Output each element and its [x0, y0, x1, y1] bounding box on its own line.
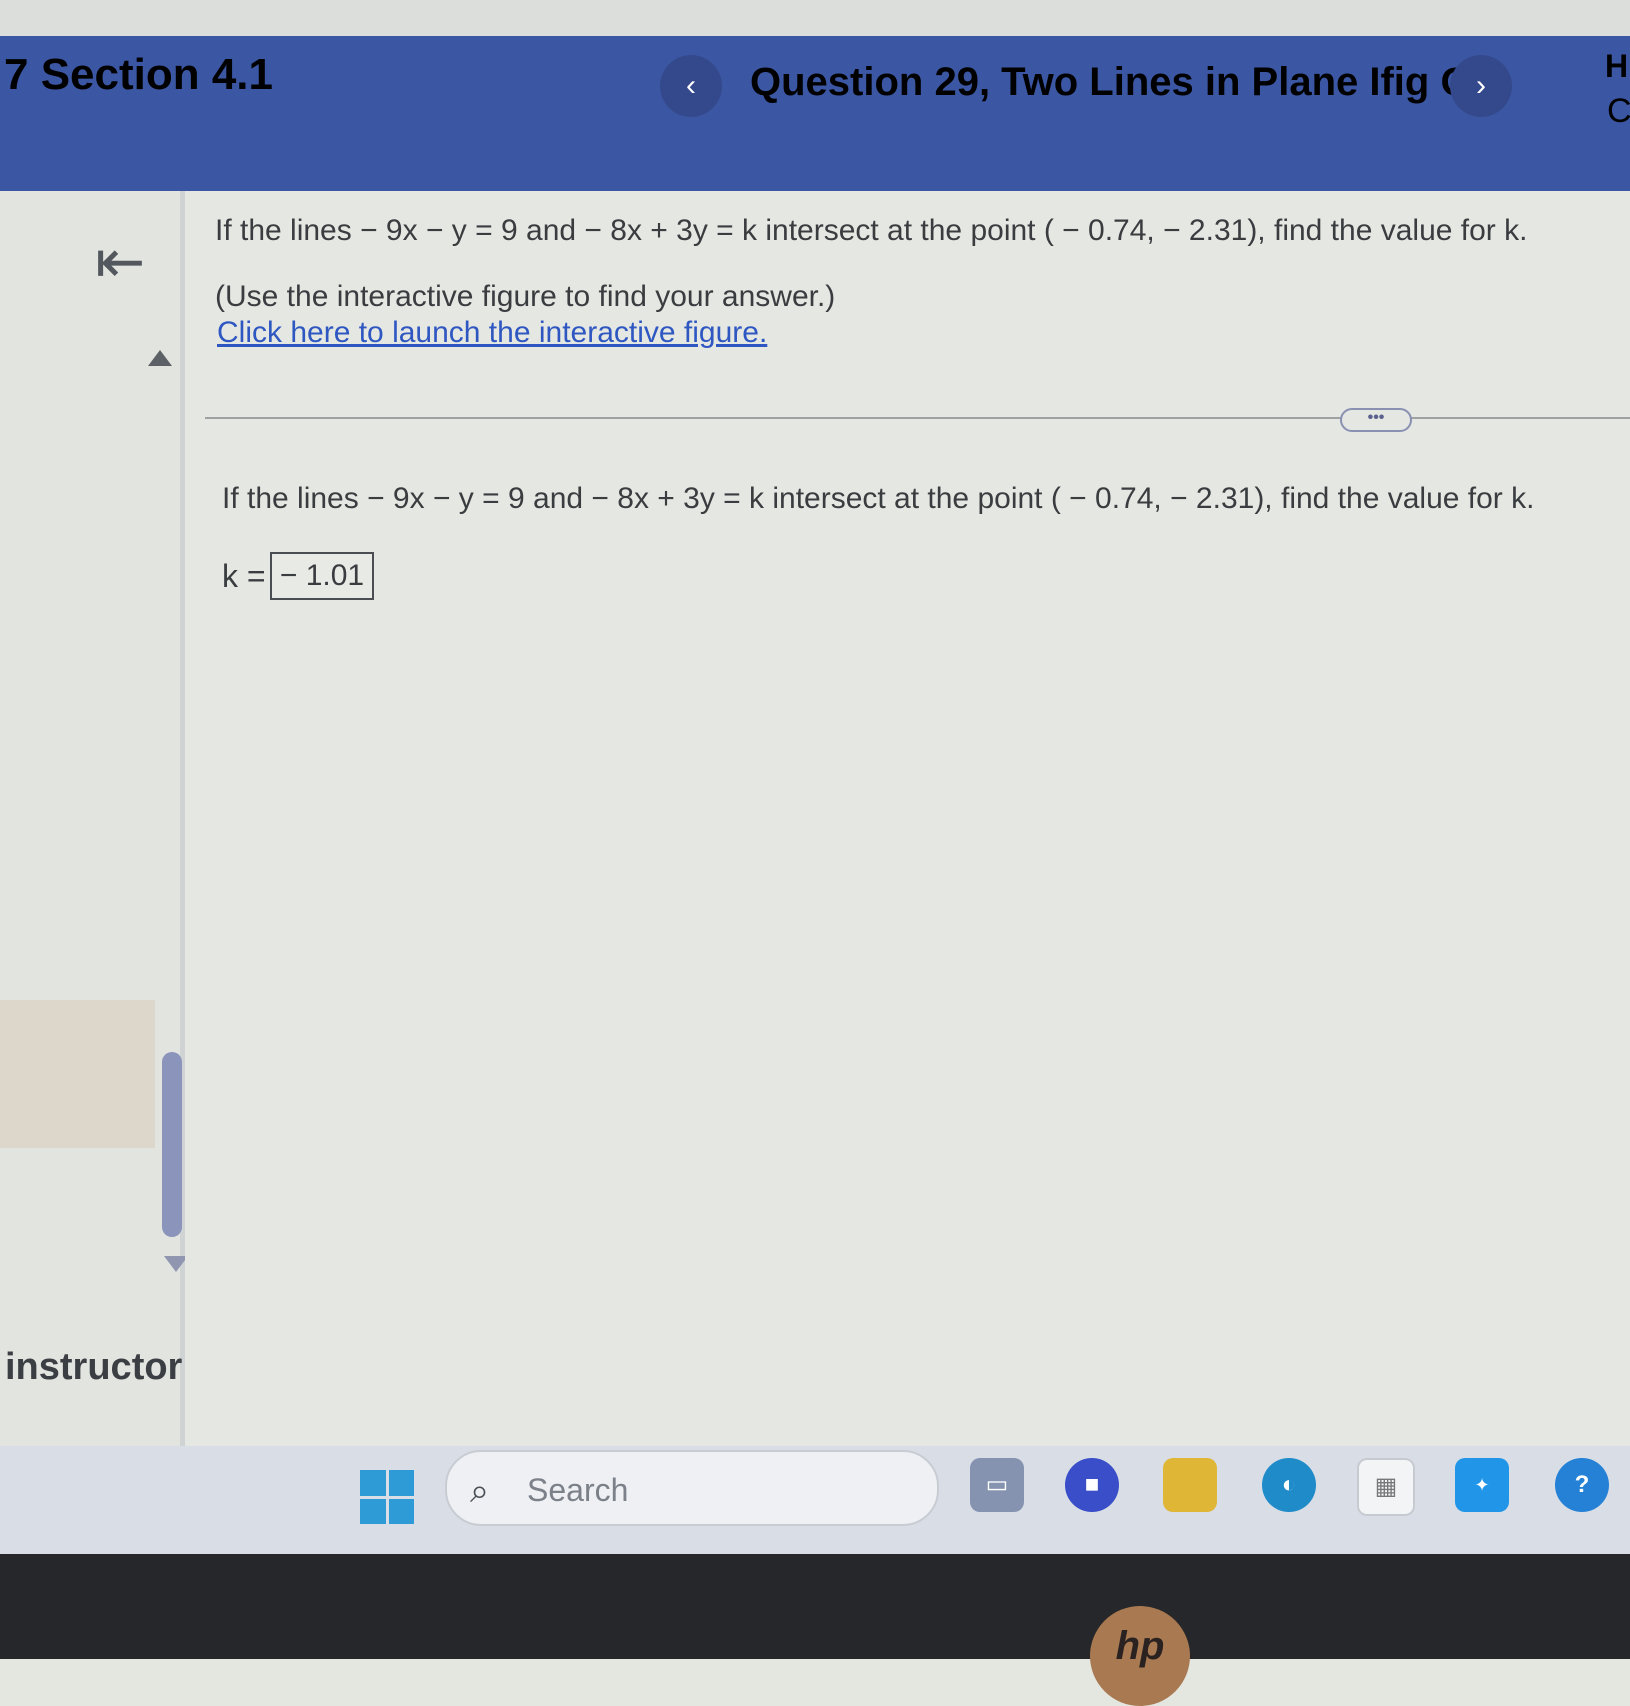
content-divider — [205, 417, 1630, 419]
next-question-button[interactable]: › — [1450, 55, 1512, 117]
question-prompt: If the lines − 9x − y = 9 and − 8x + 3y … — [215, 214, 1528, 247]
scrollbar-thumb[interactable] — [162, 1052, 182, 1237]
header-edge-text[interactable]: H — [1605, 48, 1628, 85]
windows-start-icon[interactable] — [360, 1470, 414, 1524]
expand-more-button[interactable]: ••• — [1340, 408, 1412, 432]
question-prompt-repeat: If the lines − 9x − y = 9 and − 8x + 3y … — [222, 482, 1535, 515]
video-call-icon[interactable]: ■ — [1065, 1458, 1119, 1512]
launch-figure-link[interactable]: Click here to launch the interactive fig… — [217, 316, 767, 350]
previous-question-button[interactable]: ‹ — [660, 55, 722, 117]
task-view-icon[interactable]: ▭ — [970, 1458, 1024, 1512]
question-instruction: (Use the interactive figure to find your… — [215, 280, 836, 313]
sidebar — [0, 191, 180, 1446]
header-edge-icon[interactable]: C — [1607, 92, 1630, 131]
answer-input[interactable]: − 1.01 — [270, 552, 374, 600]
collapse-sidebar-icon[interactable]: ⇤ — [95, 232, 145, 292]
edge-browser-icon[interactable]: ◐ — [1262, 1458, 1316, 1512]
help-icon[interactable]: ? — [1555, 1458, 1609, 1512]
ask-instructor-label[interactable]: instructor — [5, 1346, 182, 1389]
store-icon[interactable]: ▦ — [1357, 1458, 1415, 1516]
question-title: Question 29, Two Lines in Plane Ifig Q1 — [750, 60, 1494, 104]
search-placeholder: Search — [527, 1472, 629, 1508]
scroll-up-arrow-icon[interactable] — [148, 350, 172, 366]
search-icon: ⌕ — [470, 1472, 490, 1510]
taskbar-search-box[interactable] — [445, 1450, 939, 1526]
hp-logo: hp — [1090, 1606, 1190, 1706]
laptop-bezel — [0, 1554, 1630, 1659]
section-title: 7 Section 4.1 — [4, 50, 274, 99]
answer-label: k = — [222, 558, 266, 594]
file-explorer-icon[interactable] — [1163, 1458, 1217, 1512]
sidebar-highlight — [0, 1000, 155, 1148]
question-content — [185, 191, 1630, 1446]
myhp-icon[interactable]: ✦ — [1455, 1458, 1509, 1512]
top-strip — [0, 0, 1630, 40]
